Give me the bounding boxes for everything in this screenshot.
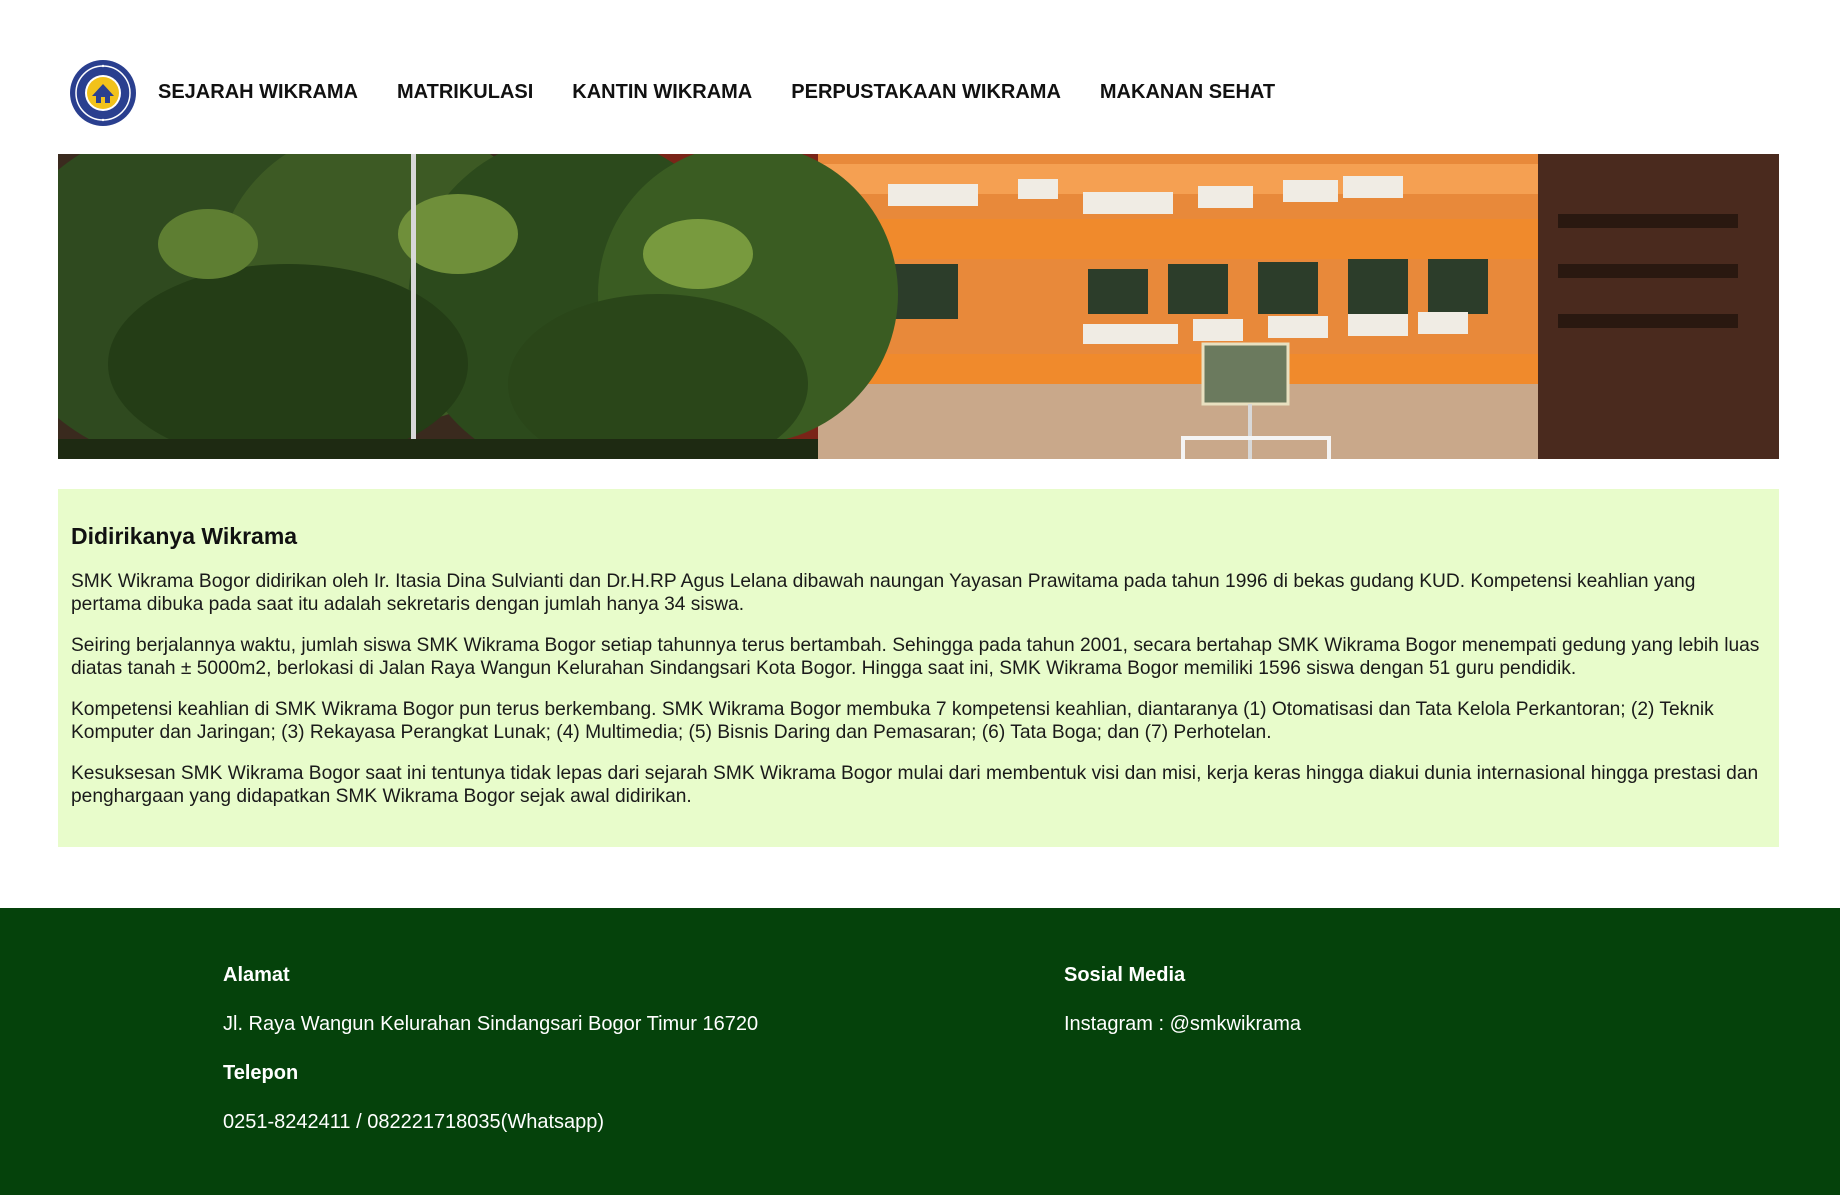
school-logo-icon[interactable] <box>70 59 136 126</box>
history-paragraph-4: Kesuksesan SMK Wikrama Bogor saat ini te… <box>71 763 1759 807</box>
nav-link-sejarah-wikrama[interactable]: SEJARAH WIKRAMA <box>158 81 358 104</box>
nav-link-makanan-sehat[interactable]: MAKANAN SEHAT <box>1100 81 1275 104</box>
phone-heading: Telepon <box>223 1062 299 1084</box>
instagram-link[interactable]: Instagram : @smkwikrama <box>1064 1013 1301 1035</box>
school-logo-graphic <box>72 61 134 124</box>
footer-contact-column: Alamat Jl. Raya Wangun Kelurahan Sindang… <box>223 964 758 1160</box>
history-section: Didirikanya Wikrama SMK Wikrama Bogor di… <box>58 489 1779 847</box>
nav-link-perpustakaan-wikrama[interactable]: PERPUSTAKAAN WIKRAMA <box>791 81 1061 104</box>
address-text: Jl. Raya Wangun Kelurahan Sindangsari Bo… <box>223 1013 759 1035</box>
page: SEJARAH WIKRAMA MATRIKULASI KANTIN WIKRA… <box>0 0 1840 1195</box>
nav-link-kantin-wikrama[interactable]: KANTIN WIKRAMA <box>572 81 752 104</box>
footer: Alamat Jl. Raya Wangun Kelurahan Sindang… <box>0 908 1840 1195</box>
nav-link-matrikulasi[interactable]: MATRIKULASI <box>397 81 533 104</box>
history-paragraph-1: SMK Wikrama Bogor didirikan oleh Ir. Ita… <box>71 571 1696 615</box>
school-building-photo <box>58 154 1779 459</box>
history-paragraph-2: Seiring berjalannya waktu, jumlah siswa … <box>71 635 1760 679</box>
address-heading: Alamat <box>223 964 290 986</box>
footer-social-column: Sosial Media Instagram : @smkwikrama <box>1064 964 1301 1062</box>
social-media-heading: Sosial Media <box>1064 964 1186 986</box>
nav-links: SEJARAH WIKRAMA MATRIKULASI KANTIN WIKRA… <box>158 81 1314 104</box>
top-navigation: SEJARAH WIKRAMA MATRIKULASI KANTIN WIKRA… <box>70 59 1314 126</box>
hero-image <box>58 154 1779 459</box>
history-paragraph-3: Kompetensi keahlian di SMK Wikrama Bogor… <box>71 699 1714 743</box>
phone-text: 0251-8242411 / 082221718035(Whatsapp) <box>223 1111 605 1133</box>
section-title: Didirikanya Wikrama <box>71 523 298 549</box>
